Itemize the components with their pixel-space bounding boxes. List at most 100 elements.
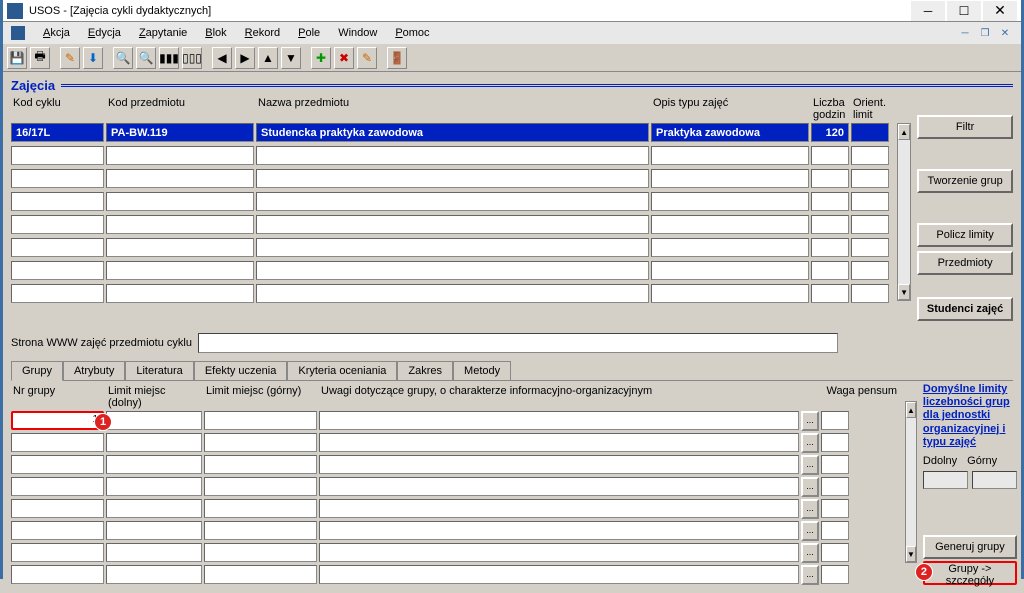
generuj-grupy-button[interactable]: Generuj grupy xyxy=(923,535,1017,559)
scrollbar[interactable]: ▲ ▼ xyxy=(905,401,917,563)
tab-zakres[interactable]: Zakres xyxy=(397,361,453,380)
tab-kryteria[interactable]: Kryteria oceniania xyxy=(287,361,397,380)
section-title: Zajęcia xyxy=(11,78,55,93)
table-row[interactable]: ... xyxy=(11,565,899,585)
przedmioty-button[interactable]: Przedmioty xyxy=(917,251,1013,275)
header-uwagi: Uwagi dotyczące grupy, o charakterze inf… xyxy=(319,385,819,409)
tworzenie-grup-button[interactable]: Tworzenie grup xyxy=(917,169,1013,193)
more-button[interactable]: ... xyxy=(801,433,819,453)
more-button[interactable]: ... xyxy=(801,521,819,541)
more-button[interactable]: ... xyxy=(801,455,819,475)
table-row[interactable] xyxy=(11,146,891,167)
next-icon[interactable]: ▶ xyxy=(235,47,255,69)
table-row[interactable] xyxy=(11,261,891,282)
menu-pole[interactable]: Pole xyxy=(298,27,320,39)
menu-blok[interactable]: Blok xyxy=(205,27,226,39)
cell-limit-gorny[interactable] xyxy=(204,411,317,430)
table-row[interactable]: 1 1 ... xyxy=(11,411,899,431)
cell-nr-grupy[interactable]: 1 1 xyxy=(11,411,104,430)
tab-efekty[interactable]: Efekty uczenia xyxy=(194,361,288,380)
print-icon[interactable]: 🖶 xyxy=(30,47,50,69)
table-row[interactable] xyxy=(11,284,891,305)
scroll-up-icon[interactable]: ▲ xyxy=(906,402,916,418)
scroll-down-icon[interactable]: ▼ xyxy=(906,546,916,562)
mdi-minimize-icon[interactable]: ─ xyxy=(957,26,973,40)
app-icon xyxy=(7,3,23,19)
scroll-up-icon[interactable]: ▲ xyxy=(898,124,910,140)
default-limits-link[interactable]: Domyślne limity liczebności grup dla jed… xyxy=(923,383,1017,449)
edit-icon[interactable]: ✎ xyxy=(60,47,80,69)
gorny-input[interactable] xyxy=(972,471,1017,489)
add-icon[interactable]: ✚ xyxy=(311,47,331,69)
find-icon[interactable]: 🔍 xyxy=(136,47,156,69)
table-row[interactable] xyxy=(11,238,891,259)
tabs: Grupy Atrybuty Literatura Efekty uczenia… xyxy=(11,361,1013,381)
cell-limit-dolny[interactable] xyxy=(106,411,202,430)
save-icon[interactable]: 💾 xyxy=(7,47,27,69)
close-button[interactable]: ✕ xyxy=(983,1,1017,21)
cell-kod-przedmiotu[interactable]: PA-BW.119 xyxy=(106,123,254,142)
down-icon[interactable]: ▼ xyxy=(281,47,301,69)
up-icon[interactable]: ▲ xyxy=(258,47,278,69)
tab-grupy[interactable]: Grupy xyxy=(11,361,63,381)
download-icon[interactable]: ⬇ xyxy=(83,47,103,69)
table-row[interactable]: ... xyxy=(11,433,899,453)
table-row[interactable]: ... xyxy=(11,499,899,519)
prev-icon[interactable]: ◀ xyxy=(212,47,232,69)
table-row[interactable] xyxy=(11,169,891,190)
search-icon[interactable]: 🔍 xyxy=(113,47,133,69)
grupy-szczegoly-button[interactable]: Grupy -> szczegóły xyxy=(923,561,1017,585)
cell-nazwa[interactable]: Studencka praktyka zawodowa xyxy=(256,123,649,142)
table-row[interactable]: ... xyxy=(11,543,899,563)
mdi-restore-icon[interactable]: ❐ xyxy=(977,26,993,40)
table-row[interactable] xyxy=(11,192,891,213)
menu-zapytanie[interactable]: Zapytanie xyxy=(139,27,187,39)
www-input[interactable] xyxy=(198,333,838,353)
scroll-down-icon[interactable]: ▼ xyxy=(898,284,910,300)
table-row[interactable]: ... xyxy=(11,477,899,497)
more-button[interactable]: ... xyxy=(801,543,819,563)
ddolny-input[interactable] xyxy=(923,471,968,489)
cell-kod-cyklu[interactable]: 16/17L xyxy=(11,123,104,142)
filtr-button[interactable]: Filtr xyxy=(917,115,1013,139)
maximize-button[interactable]: ☐ xyxy=(947,1,981,21)
menu-window[interactable]: Window xyxy=(338,27,377,39)
policz-limity-button[interactable]: Policz limity xyxy=(917,223,1013,247)
table-row[interactable]: ... xyxy=(11,521,899,541)
tab-metody[interactable]: Metody xyxy=(453,361,511,380)
menu-akcja[interactable]: Akcja xyxy=(43,27,70,39)
clear-icon[interactable]: ✎ xyxy=(357,47,377,69)
menu-pomoc[interactable]: Pomoc xyxy=(395,27,429,39)
delete-icon[interactable]: ✖ xyxy=(334,47,354,69)
tab-atrybuty[interactable]: Atrybuty xyxy=(63,361,125,380)
chart1-icon[interactable]: ▮▮▮ xyxy=(159,47,179,69)
table-row[interactable]: ... xyxy=(11,455,899,475)
minimize-button[interactable]: ─ xyxy=(911,1,945,21)
chart2-icon[interactable]: ▯▯▯ xyxy=(182,47,202,69)
cell-limit[interactable] xyxy=(851,123,889,142)
menu-edycja[interactable]: Edycja xyxy=(88,27,121,39)
section-line xyxy=(61,84,1013,87)
badge-1: 1 xyxy=(94,413,112,431)
header-nazwa: Nazwa przedmiotu xyxy=(256,97,651,121)
cell-opis[interactable]: Praktyka zawodowa xyxy=(651,123,809,142)
cell-godzin[interactable]: 120 xyxy=(811,123,849,142)
gorny-label: Górny xyxy=(967,455,997,467)
tab-literatura[interactable]: Literatura xyxy=(125,361,193,380)
cell-uwagi[interactable] xyxy=(319,411,799,430)
more-button[interactable]: ... xyxy=(801,565,819,585)
mdi-close-icon[interactable]: ✕ xyxy=(997,26,1013,40)
more-button[interactable]: ... xyxy=(801,499,819,519)
table-row[interactable]: 16/17L PA-BW.119 Studencka praktyka zawo… xyxy=(11,123,891,144)
scrollbar[interactable]: ▲ ▼ xyxy=(897,123,911,301)
more-button[interactable]: ... xyxy=(801,411,819,431)
header-orient-limit: Orient. limit xyxy=(851,97,891,121)
studenci-button[interactable]: Studenci zajęć xyxy=(917,297,1013,321)
more-button[interactable]: ... xyxy=(801,477,819,497)
table-row[interactable] xyxy=(11,215,891,236)
menu-rekord[interactable]: Rekord xyxy=(245,27,280,39)
header-limit-dolny: Limit miejsc (dolny) xyxy=(106,385,204,409)
header-liczba-godzin: Liczba godzin xyxy=(811,97,851,121)
cell-waga[interactable] xyxy=(821,411,849,430)
exit-icon[interactable]: 🚪 xyxy=(387,47,407,69)
